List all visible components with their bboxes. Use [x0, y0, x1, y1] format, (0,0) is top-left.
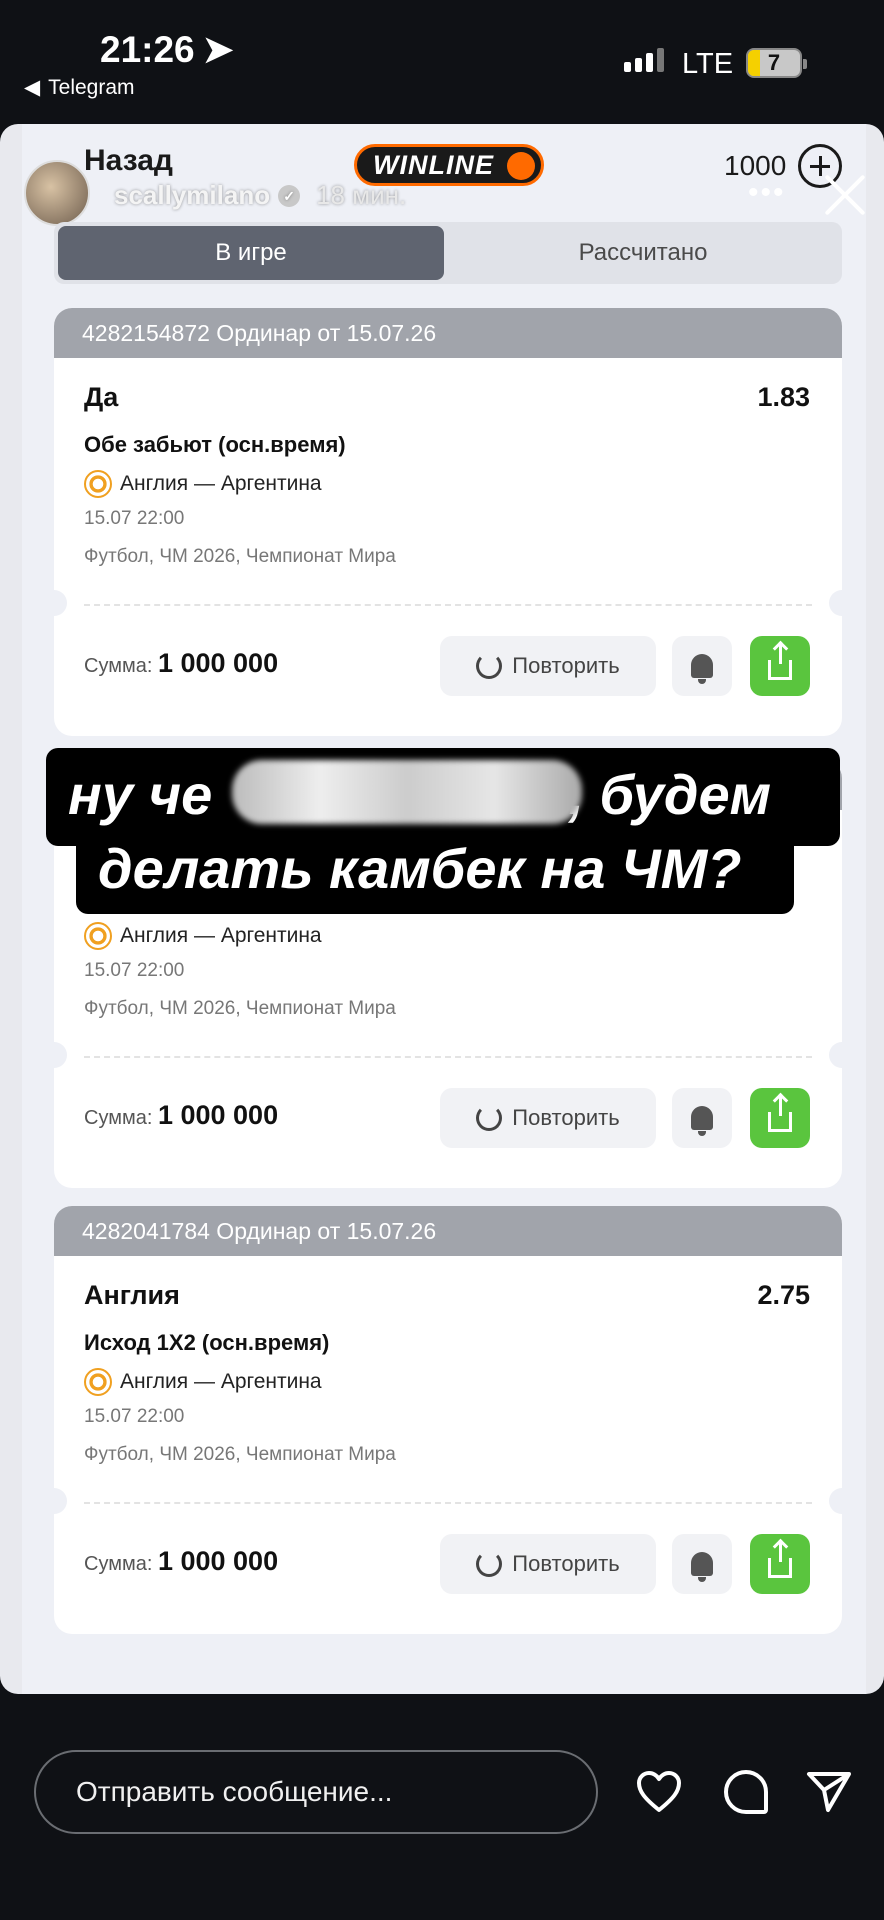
bet-sum: Сумма: 1 000 000	[84, 648, 279, 678]
share-icon	[768, 1542, 792, 1578]
divider	[84, 1502, 812, 1504]
bet-odds: 2.75	[757, 1280, 810, 1310]
bet-card-header: 4282154872 Ординар от 15.07.26	[54, 308, 842, 358]
censored-blur	[232, 760, 582, 824]
share-icon	[768, 1096, 792, 1132]
ticket-notch	[829, 590, 842, 616]
bell-icon	[691, 1552, 713, 1582]
repeat-button[interactable]: Повторить	[440, 1088, 656, 1148]
story-author[interactable]: scallymilano ✓ 18 мин.	[114, 180, 406, 211]
bet-date: 15.07 22:00	[84, 960, 185, 981]
bell-icon	[691, 1106, 713, 1136]
repeat-button[interactable]: Повторить	[440, 636, 656, 696]
battery-icon: 7	[746, 48, 807, 78]
bet-match: Англия — Аргентина	[84, 1368, 322, 1396]
ticket-notch	[54, 1042, 67, 1068]
bet-pick: Да	[84, 382, 119, 412]
heart-icon[interactable]	[636, 1770, 682, 1814]
bet-tabs: В игре Рассчитано	[54, 222, 842, 284]
share-button[interactable]	[750, 1088, 810, 1148]
notify-button[interactable]	[672, 1088, 732, 1148]
network-type: LTE	[682, 48, 734, 80]
close-icon[interactable]	[820, 170, 870, 220]
football-icon	[84, 470, 112, 498]
send-icon[interactable]	[806, 1770, 852, 1814]
bet-market: Исход 1Х2 (осн.время)	[84, 1330, 330, 1355]
bet-match: Англия — Аргентина	[84, 470, 322, 498]
share-button[interactable]	[750, 636, 810, 696]
football-icon	[84, 1368, 112, 1396]
tab-settled[interactable]: Рассчитано	[448, 226, 838, 280]
status-time: 21:26 ➤	[100, 28, 234, 71]
bet-sum: Сумма: 1 000 000	[84, 1546, 279, 1576]
bet-card-header: 4282041784 Ординар от 15.07.26	[54, 1206, 842, 1256]
bet-date: 15.07 22:00	[84, 1406, 185, 1427]
logo-dot-icon	[507, 152, 535, 180]
bet-league: Футбол, ЧМ 2026, Чемпионат Мира	[84, 998, 396, 1019]
back-to-telegram[interactable]: ◀ Telegram	[24, 75, 135, 100]
bet-sum: Сумма: 1 000 000	[84, 1100, 279, 1130]
bet-pick: Англия	[84, 1280, 180, 1310]
bet-date: 15.07 22:00	[84, 508, 185, 529]
repeat-icon	[476, 1551, 503, 1577]
location-arrow-icon: ➤	[202, 29, 234, 70]
repeat-icon	[476, 653, 503, 679]
back-triangle-icon: ◀	[24, 76, 41, 99]
divider	[84, 1056, 812, 1058]
tab-in-play[interactable]: В игре	[58, 226, 444, 280]
reply-input[interactable]: Отправить сообщение...	[34, 1750, 598, 1834]
bet-match: Англия — Аргентина	[84, 922, 322, 950]
ticket-notch	[54, 590, 67, 616]
divider	[84, 604, 812, 606]
bet-odds: 1.83	[757, 382, 810, 412]
bell-icon	[691, 654, 713, 684]
avatar[interactable]	[24, 160, 90, 226]
notify-button[interactable]	[672, 636, 732, 696]
ticket-notch	[54, 1488, 67, 1514]
share-icon	[768, 644, 792, 680]
football-icon	[84, 922, 112, 950]
notify-button[interactable]	[672, 1534, 732, 1594]
signal-icon	[624, 48, 664, 72]
verified-icon: ✓	[278, 184, 301, 207]
repeat-icon	[476, 1105, 503, 1131]
app-back-button[interactable]: Назад	[84, 144, 173, 178]
ticket-notch	[829, 1488, 842, 1514]
share-button[interactable]	[750, 1534, 810, 1594]
bet-league: Футбол, ЧМ 2026, Чемпионат Мира	[84, 1444, 396, 1465]
caption-line-2: делать камбек на ЧМ?	[98, 837, 742, 900]
bet-league: Футбол, ЧМ 2026, Чемпионат Мира	[84, 546, 396, 567]
more-options-icon[interactable]: •••	[748, 176, 786, 210]
bet-card: 4282041784 Ординар от 15.07.26 Англия 2.…	[54, 1206, 842, 1634]
bet-market: Обе забьют (осн.время)	[84, 432, 346, 457]
repeat-button[interactable]: Повторить	[440, 1534, 656, 1594]
comment-icon[interactable]	[724, 1770, 768, 1814]
ticket-notch	[829, 1042, 842, 1068]
bet-card: 4282154872 Ординар от 15.07.26 Да 1.83 О…	[54, 308, 842, 736]
